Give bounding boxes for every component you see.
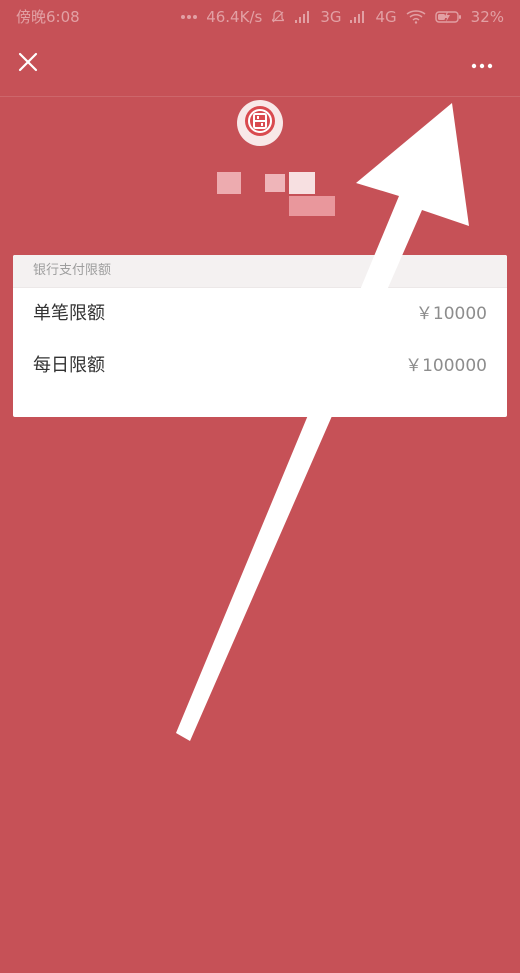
network-3g: 3G [320,8,342,26]
daily-limit-label: 每日限额 [33,355,105,376]
top-bar [0,34,520,97]
blur-block [289,172,315,194]
blur-block [217,172,241,194]
network-speed: 46.4K/s [206,8,263,26]
blurred-account-name [217,170,347,222]
blur-block [289,196,335,216]
single-limit-row: 单笔限额 ￥10000 [13,288,507,340]
battery-icon [434,9,463,25]
network-4g: 4G [375,8,397,26]
daily-limit-row: 每日限额 ￥100000 [13,340,507,392]
single-limit-label: 单笔限额 [33,303,105,324]
more-icon [470,55,494,74]
card-title: 银行支付限额 [13,255,507,288]
blur-block [265,174,285,192]
more-button[interactable] [466,48,498,80]
more-dots-icon [180,13,198,21]
wifi-icon [405,9,427,25]
single-limit-value: ￥10000 [415,304,487,324]
payment-limit-card: 银行支付限额 单笔限额 ￥10000 每日限额 ￥100000 [13,255,507,417]
close-icon [16,50,40,78]
bank-logo-icon [243,104,277,142]
daily-limit-value: ￥100000 [405,356,487,376]
status-time: 傍晚6:08 [16,8,80,26]
status-bar: 傍晚6:08 46.4K/s 3G 4G 32% [0,0,520,34]
signal-icon [294,10,312,24]
mute-bell-icon [270,9,286,25]
bank-logo [237,100,283,146]
payment-limit-page: 傍晚6:08 46.4K/s 3G 4G 32% 银行支付限额 单笔限额 ￥10… [0,0,520,973]
battery-level: 32% [470,8,504,26]
signal-hd-icon [349,10,367,24]
close-button[interactable] [12,48,44,80]
status-right-group: 46.4K/s 3G 4G 32% [180,0,504,34]
